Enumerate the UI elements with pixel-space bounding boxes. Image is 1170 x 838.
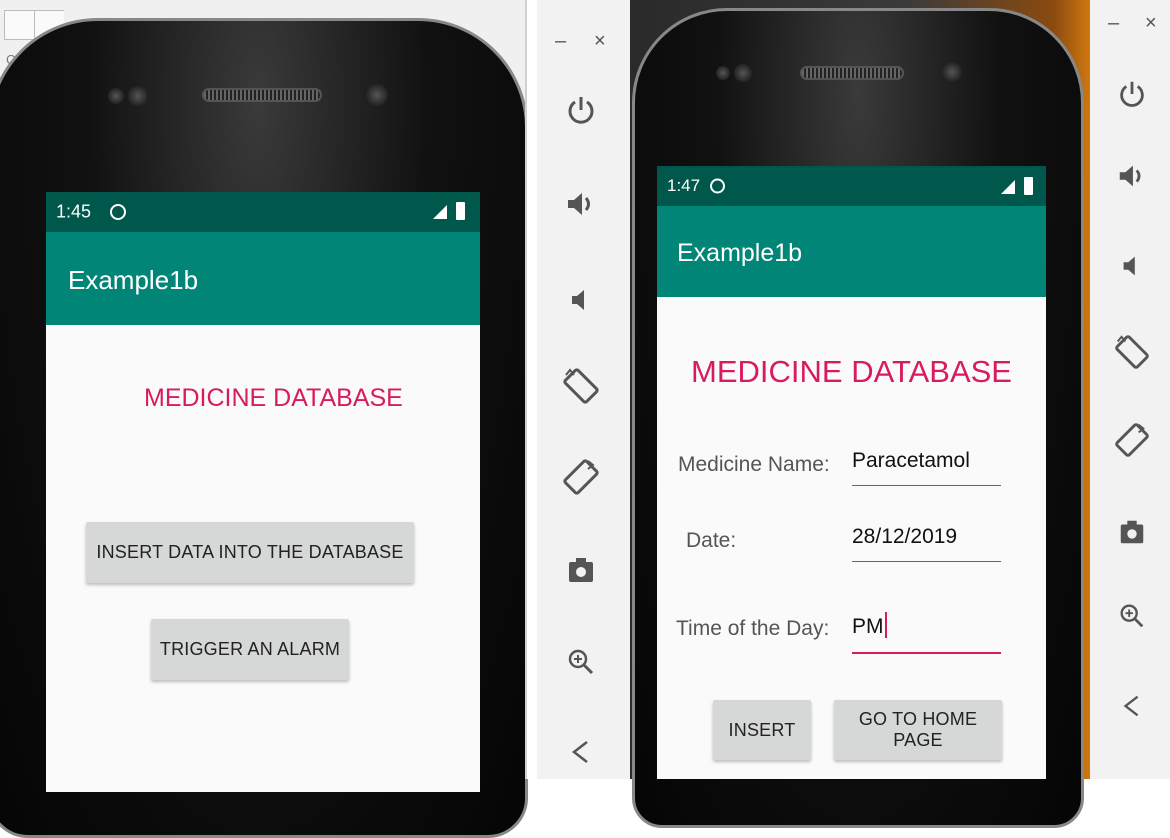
- left-emulator-toolbar: – ×: [537, 0, 630, 779]
- right-app-bar: Example1b: [657, 206, 1046, 297]
- volume-down-icon[interactable]: [561, 280, 601, 320]
- time-of-day-input[interactable]: PM: [852, 612, 1001, 654]
- time-of-day-value: PM: [852, 615, 884, 638]
- go-to-home-page-button[interactable]: GO TO HOME PAGE: [834, 700, 1002, 760]
- right-phone-sensor: [716, 66, 730, 80]
- left-battery-icon: [456, 202, 465, 220]
- rotate-right-icon[interactable]: [559, 455, 603, 499]
- left-phone-proximity-sensor: [128, 86, 148, 106]
- right-volume-down-icon[interactable]: [1112, 246, 1152, 286]
- left-minimize-button[interactable]: –: [555, 30, 566, 53]
- right-status-sync-icon: [710, 178, 725, 194]
- right-phone-screen: 1:47 Example1b MEDICINE DATABASE Medicin…: [657, 166, 1046, 779]
- time-of-day-label: Time of the Day:: [676, 617, 830, 640]
- rotate-left-icon[interactable]: [559, 364, 603, 408]
- date-input[interactable]: 28/12/2019: [852, 525, 1001, 562]
- insert-button[interactable]: INSERT: [713, 700, 811, 760]
- left-status-sync-icon: [110, 204, 126, 220]
- medicine-name-label: Medicine Name:: [678, 453, 830, 476]
- right-emulator-toolbar: – ×: [1090, 0, 1170, 779]
- right-minimize-button[interactable]: –: [1108, 12, 1119, 35]
- left-phone-screen: 1:45 Example1b MEDICINE DATABASE INSERT …: [46, 192, 480, 792]
- medicine-name-value: Paracetamol: [852, 449, 970, 472]
- left-heading: MEDICINE DATABASE: [144, 384, 403, 412]
- right-power-icon[interactable]: [1112, 74, 1152, 114]
- right-screenshot-icon[interactable]: [1112, 512, 1152, 552]
- right-signal-icon: [1001, 180, 1015, 194]
- date-label: Date:: [686, 529, 737, 552]
- right-volume-up-icon[interactable]: [1112, 156, 1152, 196]
- right-back-icon[interactable]: [1112, 686, 1152, 726]
- insert-data-button[interactable]: INSERT DATA INTO THE DATABASE: [86, 522, 414, 583]
- left-phone-sensor: [108, 88, 124, 104]
- right-phone-camera: [942, 62, 962, 82]
- right-rotate-left-icon[interactable]: [1110, 330, 1154, 374]
- back-icon[interactable]: [561, 732, 601, 772]
- right-phone-speaker: [800, 66, 904, 80]
- right-close-button[interactable]: ×: [1145, 12, 1157, 35]
- right-battery-icon: [1024, 177, 1033, 195]
- right-status-bar: 1:47: [657, 166, 1046, 206]
- left-app-title: Example1b: [68, 265, 199, 295]
- left-status-bar: 1:45: [46, 192, 480, 232]
- right-status-time: 1:47: [667, 176, 701, 195]
- left-signal-icon: [433, 205, 447, 219]
- left-close-button[interactable]: ×: [594, 30, 606, 53]
- medicine-name-input[interactable]: Paracetamol: [852, 449, 1001, 486]
- power-icon[interactable]: [561, 90, 601, 130]
- right-zoom-icon[interactable]: [1112, 596, 1152, 636]
- left-phone-speaker: [202, 88, 322, 102]
- right-phone-proximity-sensor: [734, 64, 752, 82]
- left-phone-camera: [366, 84, 388, 106]
- screenshot-icon[interactable]: [561, 550, 601, 590]
- zoom-icon[interactable]: [561, 642, 601, 682]
- left-app-bar: Example1b: [46, 232, 480, 325]
- right-rotate-right-icon[interactable]: [1110, 418, 1154, 462]
- left-status-time: 1:45: [56, 201, 92, 222]
- right-heading: MEDICINE DATABASE: [691, 354, 1012, 389]
- trigger-alarm-button[interactable]: TRIGGER AN ALARM: [151, 619, 349, 680]
- right-app-title: Example1b: [677, 239, 803, 267]
- date-value: 28/12/2019: [852, 525, 958, 548]
- volume-up-icon[interactable]: [561, 184, 601, 224]
- text-cursor: [884, 612, 887, 638]
